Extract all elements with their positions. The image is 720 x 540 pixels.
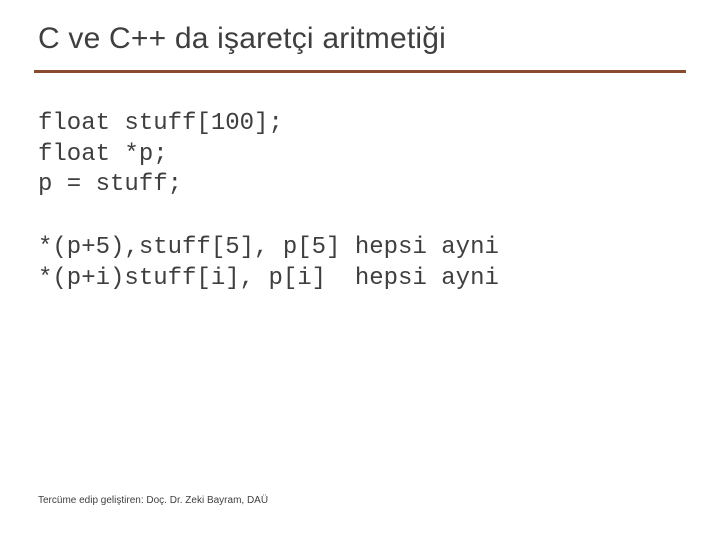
slide-footer: Tercüme edip geliştiren: Doç. Dr. Zeki B… [38,495,268,506]
title-rule [34,70,686,73]
code-line: float stuff[100]; [38,110,283,137]
code-line: *(p+5),stuff[5], p[5] hepsi ayni [38,234,499,261]
slide: C ve C++ da işaretçi aritmetiği float st… [0,0,720,540]
slide-title: C ve C++ da işaretçi aritmetiği [38,22,682,56]
code-block-declarations: float stuff[100]; float *p; p = stuff; [38,109,682,201]
code-line: *(p+i)stuff[i], p[i] hepsi ayni [38,265,499,292]
code-line: p = stuff; [38,171,182,198]
code-block-equivalences: *(p+5),stuff[5], p[5] hepsi ayni *(p+i)s… [38,233,682,294]
code-line: float *p; [38,141,168,168]
